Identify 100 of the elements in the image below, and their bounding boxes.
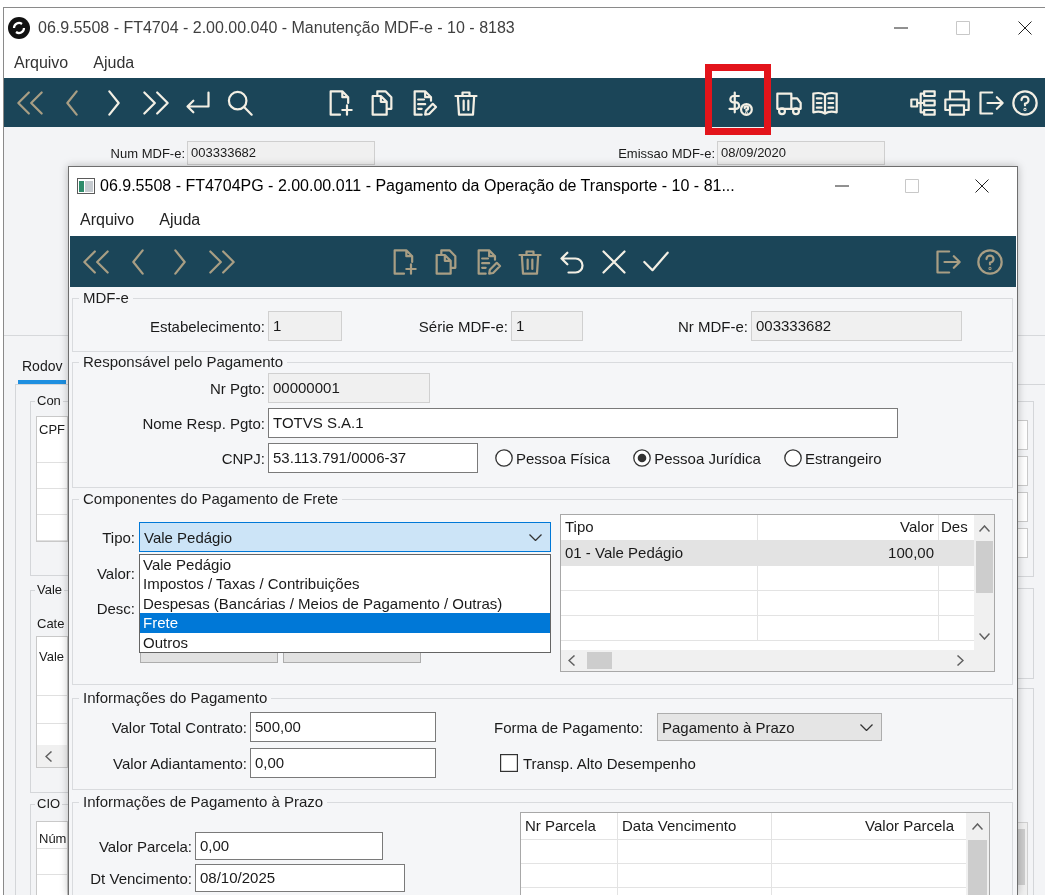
maximize-icon: [905, 179, 919, 193]
input-field[interactable]: 003333682: [187, 141, 375, 165]
column-header: Vale: [37, 637, 67, 696]
dropdown-option[interactable]: Despesas (Bancárias / Meios de Pagamento / Outras): [140, 593, 550, 614]
chevron-right-icon: [173, 247, 187, 276]
input-field[interactable]: 00000001: [268, 373, 430, 403]
radio-option[interactable]: Pessoa Física: [495, 449, 611, 467]
chevron-right-icon[interactable]: [957, 655, 964, 666]
radio-option[interactable]: Estrangeiro: [783, 449, 882, 467]
vertical-scrollbar[interactable]: [966, 813, 989, 895]
field-label: Série MDF-e:: [417, 317, 508, 335]
group-title: CIO: [36, 795, 62, 813]
menu-item[interactable]: Arquivo: [80, 211, 135, 229]
field-label: Nome Resp. Pgto:: [141, 414, 265, 432]
trash-icon: [516, 247, 544, 276]
column-header: Data Vencimento: [618, 813, 772, 839]
input-field[interactable]: 0,00: [250, 748, 436, 778]
close-icon: [975, 179, 989, 193]
field-label: Estabelecimento:: [148, 317, 265, 335]
dropdown-option[interactable]: Outros: [140, 632, 550, 652]
dropdown[interactable]: Pagamento à Prazo: [657, 713, 882, 741]
double-chevron-left-icon: [16, 88, 44, 117]
field-label: Emissao MDF-e:: [617, 145, 715, 161]
input-field[interactable]: 08/10/2025: [195, 864, 405, 892]
menu-item[interactable]: Arquivo: [14, 54, 69, 72]
column-header: Valor: [758, 515, 939, 540]
table-cell: 100,00: [758, 541, 939, 565]
exit-icon: [934, 247, 962, 276]
field-label: Cate: [37, 616, 66, 632]
chevron-up-icon[interactable]: [978, 525, 990, 532]
radio-option[interactable]: Pessoa Jurídica: [633, 449, 761, 467]
input-field[interactable]: 08/09/2020: [717, 141, 885, 165]
input-field[interactable]: TOTVS S.A.1: [268, 408, 898, 438]
trash-icon: [452, 88, 480, 117]
chevron-down-icon[interactable]: [978, 633, 990, 640]
column-header: Nr Parcela: [521, 813, 618, 839]
input-field[interactable]: 500,00: [250, 712, 436, 742]
group-title: Componentes do Pagamento de Frete: [82, 490, 340, 508]
field-label: Nr Pgto:: [208, 379, 265, 397]
window-icon: [77, 178, 95, 194]
app-logo-icon: [8, 17, 30, 39]
column-header: Tipo: [561, 515, 758, 540]
table-cell: 01 - Vale Pedágio: [561, 541, 758, 565]
chevron-left-icon[interactable]: [45, 750, 52, 762]
chevron-down-icon: [529, 533, 542, 541]
group-title: Informações do Pagamento: [82, 689, 269, 707]
horizontal-scrollbar[interactable]: [37, 745, 67, 767]
radio-icon[interactable]: [783, 449, 802, 467]
input-field[interactable]: 0,00: [195, 832, 383, 860]
input-field[interactable]: 1: [511, 311, 583, 341]
dropdown[interactable]: Vale Pedágio: [139, 522, 551, 552]
field-label: CNPJ:: [220, 449, 265, 467]
menu-item[interactable]: Ajuda: [93, 54, 135, 72]
double-chevron-right-icon: [142, 88, 170, 117]
field-label: Tipo:: [101, 528, 135, 546]
field-label: Dt Vencimento:: [89, 869, 192, 887]
minimize-icon: [835, 185, 849, 187]
chevron-left-icon: [131, 247, 145, 276]
group-title: Responsável pelo Pagamento: [82, 353, 285, 371]
search-icon: [226, 88, 254, 117]
chevron-right-icon: [107, 88, 121, 117]
chevron-left-icon: [65, 88, 79, 117]
input-field[interactable]: 53.113.791/0006-37: [268, 443, 478, 473]
input-field[interactable]: 003333682: [751, 311, 962, 341]
field-label: Num MDF-e:: [109, 145, 185, 161]
field-label: Valor Adiantamento:: [112, 754, 247, 772]
radio-icon[interactable]: [633, 449, 652, 467]
field-label: Valor Total Contrato:: [110, 718, 247, 736]
help-icon: [1011, 88, 1039, 117]
dollar-question-icon: [726, 88, 754, 117]
dropdown-option[interactable]: Vale Pedágio: [140, 555, 550, 575]
checkbox-icon[interactable]: [500, 754, 518, 772]
chevron-down-icon: [860, 723, 873, 731]
scrollbar-thumb[interactable]: [975, 541, 993, 593]
field-label: Desc:: [95, 599, 135, 617]
chevron-up-icon[interactable]: [972, 823, 983, 830]
field-label: Nr MDF-e:: [677, 317, 748, 335]
scrollbar-thumb[interactable]: [968, 840, 987, 895]
field-label: Forma de Pagamento:: [494, 718, 645, 736]
scrollbar-thumb[interactable]: [587, 652, 612, 669]
group-title: Vale: [36, 581, 64, 599]
chevron-left-icon[interactable]: [568, 655, 575, 666]
field-label: Valor Parcela:: [97, 837, 192, 855]
help-icon: [976, 247, 1004, 276]
field-label: Valor:: [95, 564, 135, 582]
table-row[interactable]: 01 - Vale Pedágio 100,00: [561, 541, 974, 566]
checkbox-option[interactable]: Transp. Alto Desempenho: [500, 754, 696, 772]
vertical-scrollbar[interactable]: [974, 515, 994, 650]
input-field[interactable]: 1: [268, 311, 342, 341]
double-chevron-left-icon: [82, 247, 110, 276]
dropdown-option[interactable]: Impostos / Taxas / Contribuições: [140, 574, 550, 594]
group-title: MDF-e: [82, 289, 130, 307]
radio-icon[interactable]: [495, 449, 513, 467]
window-title: 06.9.5508 - FT4704 - 2.00.00.040 - Manutenção MDF-e - 10 - 8183: [38, 19, 515, 37]
column-header: CPF: [37, 417, 67, 463]
column-header: Des: [940, 517, 969, 537]
dropdown-option[interactable]: Frete: [140, 613, 550, 633]
cross-icon: [600, 247, 628, 276]
menu-item[interactable]: Ajuda: [159, 211, 201, 229]
horizontal-scrollbar[interactable]: [561, 650, 994, 671]
